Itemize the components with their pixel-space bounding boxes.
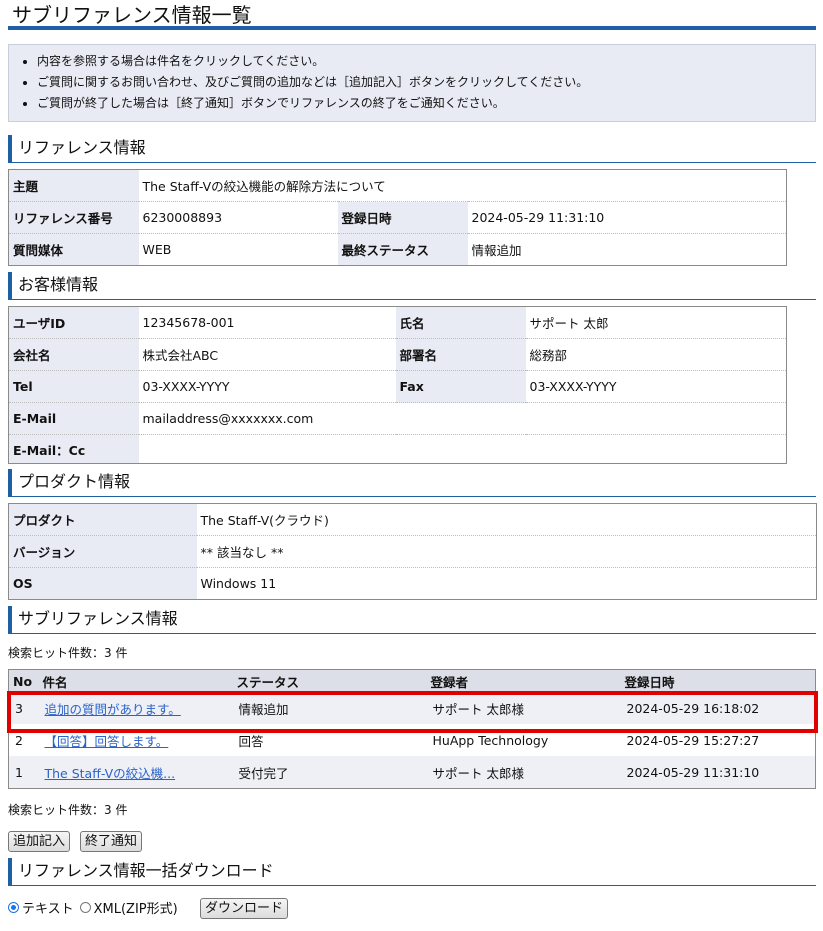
fax-label: Fax [395,370,526,403]
registered-date-label: 登録日時 [337,201,468,234]
column-header-status: ステータス [232,669,427,692]
user-id-value: 12345678-001 [138,306,396,339]
company-label: 会社名 [8,338,139,371]
row-date: 2024-05-29 15:27:27 [626,732,760,748]
customer-section-heading: お客様情報 [8,272,816,300]
product-info-table: プロダクト The Staff-V(クラウド) バージョン ** 該当なし **… [8,503,817,600]
row-date: 2024-05-29 11:31:10 [620,756,816,789]
table-row: 3 追加の質問があります。 情報追加 サポート 太郎様 2024-05-29 1… [8,692,816,724]
instruction-item: 内容を参照する場合は件名をクリックしてください。 [37,51,815,72]
company-value: 株式会社ABC [138,338,396,371]
row-status: 情報追加 [232,692,427,724]
row-author: HuApp Technology [432,732,549,748]
registered-date-value: 2024-05-29 11:31:10 [467,201,787,234]
download-format-options: テキスト XML(ZIP形式) [8,896,178,918]
subreference-section-heading: サブリファレンス情報 [8,606,816,634]
department-label: 部署名 [395,338,526,371]
column-header-author: 登録者 [426,669,621,692]
table-row: 1 The Staff-Vの絞込機... 受付完了 サポート 太郎様 2024-… [8,756,816,789]
email-value: mailaddress@xxxxxxx.com [138,402,787,435]
final-status-value: 情報追加 [471,243,522,258]
question-medium-value: WEB [142,242,172,257]
row-author: サポート 太郎様 [426,692,621,724]
row-no: 1 [8,756,39,789]
row-no: 2 [15,732,23,748]
row-no: 3 [8,692,39,724]
subject-link[interactable]: The Staff-Vの絞込機... [45,766,176,781]
tel-value: 03-XXXX-YYYY [138,370,396,403]
reference-number-label: リファレンス番号 [8,201,139,234]
question-medium-label: 質問媒体 [8,233,139,266]
instruction-item: ご質問に関するお問い合わせ、及びご質問の追加などは［追加記入］ボタンをクリックし… [37,72,815,93]
row-status: 回答 [238,733,264,749]
column-header-date: 登録日時 [620,669,816,692]
os-label: OS [8,567,197,600]
download-button[interactable]: ダウンロード [200,898,289,919]
xml-option-label: XML(ZIP形式) [93,901,178,917]
product-label: プロダクト [8,503,197,536]
subject-label: 主題 [8,169,139,202]
product-section-heading: プロダクト情報 [8,469,816,497]
text-radio[interactable] [8,901,19,913]
row-author: サポート 太郎様 [426,756,621,789]
email-cc-label: E-Mail：Cc [8,434,139,464]
name-value: サポート 太郎 [525,306,787,339]
row-date: 2024-05-29 16:18:02 [620,692,816,724]
column-header-no: No [8,669,39,692]
subreference-table: No 件名 ステータス 登録者 登録日時 3 追加の質問があります。 情報追加 … [8,669,816,789]
instructions-box: 内容を参照する場合は件名をクリックしてください。 ご質問に関するお問い合わせ、及… [8,44,816,122]
reference-section-heading: リファレンス情報 [8,135,816,163]
final-status-label: 最終ステータス [337,233,468,266]
email-label: E-Mail [8,402,139,435]
fax-value: 03-XXXX-YYYY [525,370,787,403]
reference-info-table: 主題 The Staff-Vの絞込機能の解除方法について リファレンス番号 62… [8,169,787,266]
row-status: 受付完了 [232,756,427,789]
reference-number-value: 6230008893 [138,201,338,234]
customer-info-table: ユーザID 12345678-001 氏名 サポート 太郎 会社名 株式会社AB… [8,306,787,464]
column-header-subject: 件名 [38,669,233,692]
version-value: ** 該当なし ** [196,535,817,568]
subject-link[interactable]: 【回答】回答します。 [45,734,169,749]
table-row: 2 【回答】回答します。 回答 HuApp Technology 2024-05… [9,724,816,756]
subject-value: The Staff-Vの絞込機能の解除方法について [138,169,787,202]
text-option-label: テキスト [22,901,74,917]
department-value: 総務部 [525,338,787,371]
email-cc-value [139,435,787,464]
instruction-item: ご質問が終了した場合は［終了通知］ボタンでリファレンスの終了をご通知ください。 [37,93,815,114]
version-label: バージョン [8,535,197,568]
product-value: The Staff-V(クラウド) [196,503,817,536]
add-entry-button[interactable]: 追加記入 [8,831,71,852]
page-title: サブリファレンス情報一覧 [8,0,816,30]
name-label: 氏名 [395,306,526,339]
search-hit-count: 検索ヒット件数：3 件 [8,646,128,660]
tel-label: Tel [8,370,139,403]
download-section-heading: リファレンス情報一括ダウンロード [8,858,816,886]
xml-radio[interactable] [79,901,91,913]
search-hit-count-bottom: 検索ヒット件数：3 件 [8,803,128,817]
subject-link[interactable]: 追加の質問があります。 [45,702,181,717]
user-id-label: ユーザID [8,306,139,339]
os-value: Windows 11 [200,576,277,591]
end-notify-button[interactable]: 終了通知 [80,831,143,852]
